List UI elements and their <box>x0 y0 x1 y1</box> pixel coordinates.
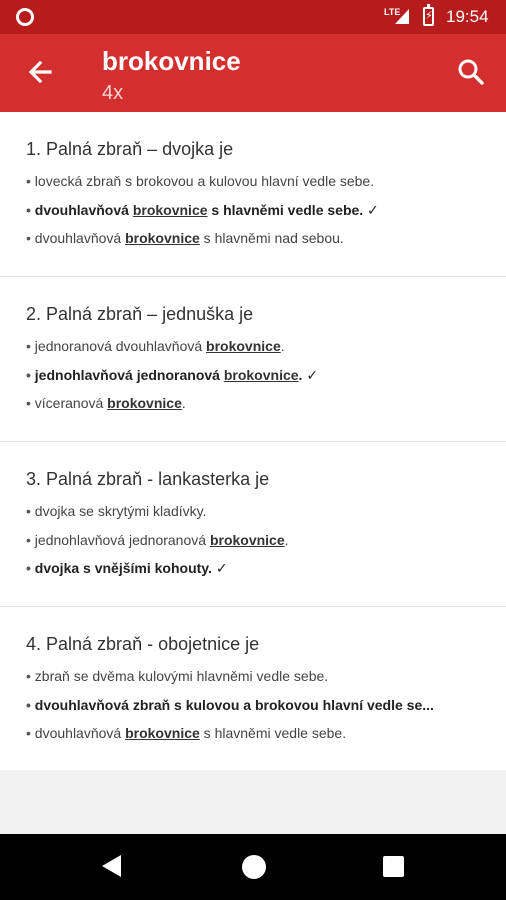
answer-option[interactable]: dvouhlavňová brokovnice s hlavněmi nad s… <box>26 224 482 253</box>
keyword: brokovnice <box>132 201 208 218</box>
answer-option[interactable]: jednoranová dvouhlavňová brokovnice. <box>26 332 482 361</box>
answer-option[interactable]: jednohlavňová jednoranová brokovnice. <box>26 526 482 555</box>
status-bar: LTE ⚡ 19:54 <box>0 0 506 34</box>
empty-area <box>0 770 506 834</box>
question-list: 1. Palná zbraň – dvojka je lovecká zbraň… <box>0 112 506 772</box>
answer-option-correct[interactable]: jednohlavňová jednoranová brokovnice. ✓ <box>26 361 482 390</box>
question-title: 2. Palná zbraň – jednuška je <box>26 304 254 324</box>
nav-recents-icon[interactable] <box>383 856 404 877</box>
question-card: 4. Palná zbraň - obojetnice je zbraň se … <box>0 607 506 772</box>
question-title: 3. Palná zbraň - lankasterka je <box>26 469 270 489</box>
nav-back-icon[interactable] <box>102 855 121 877</box>
answer-option-correct[interactable]: dvojka s vnějšími kohouty. ✓ <box>26 554 482 583</box>
question-title: 1. Palná zbraň – dvojka je <box>26 139 234 159</box>
search-icon[interactable] <box>451 52 491 92</box>
question-card: 3. Palná zbraň - lankasterka je dvojka s… <box>0 442 506 607</box>
question-title: 4. Palná zbraň - obojetnice je <box>26 634 260 654</box>
nav-home-icon[interactable] <box>242 855 266 879</box>
question-card: 1. Palná zbraň – dvojka je lovecká zbraň… <box>0 112 506 277</box>
keyword: brokovnice <box>125 725 200 741</box>
keyword: brokovnice <box>223 366 299 383</box>
keyword: brokovnice <box>209 531 285 548</box>
back-arrow-icon[interactable] <box>18 50 62 94</box>
keyword: brokovnice <box>206 338 281 354</box>
answer-option-correct[interactable]: dvouhlavňová brokovnice s hlavněmi vedle… <box>26 196 482 225</box>
answer-option[interactable]: dvojka se skrytými kladívky. <box>26 497 482 526</box>
answer-option[interactable]: víceranová brokovnice. <box>26 389 482 418</box>
answer-option[interactable]: lovecká zbraň s brokovou a kulovou hlavn… <box>26 167 482 196</box>
keyword: brokovnice <box>125 230 200 246</box>
page-title: brokovnice <box>102 46 241 76</box>
page-subtitle: 4x <box>102 82 124 104</box>
keyword: brokovnice <box>107 395 182 411</box>
signal-icon <box>395 9 409 24</box>
status-time: 19:54 <box>446 7 489 26</box>
answer-option[interactable]: zbraň se dvěma kulovými hlavněmi vedle s… <box>26 662 482 691</box>
navigation-bar <box>0 834 506 900</box>
notification-icon <box>16 8 34 26</box>
answer-option[interactable]: dvouhlavňová brokovnice s hlavněmi vedle… <box>26 719 482 748</box>
app-bar: brokovnice 4x <box>0 34 506 112</box>
answer-option-correct[interactable]: dvouhlavňová zbraň s kulovou a brokovou … <box>26 691 482 720</box>
charging-icon: ⚡ <box>425 10 433 22</box>
question-card: 2. Palná zbraň – jednuška je jednoranová… <box>0 277 506 442</box>
